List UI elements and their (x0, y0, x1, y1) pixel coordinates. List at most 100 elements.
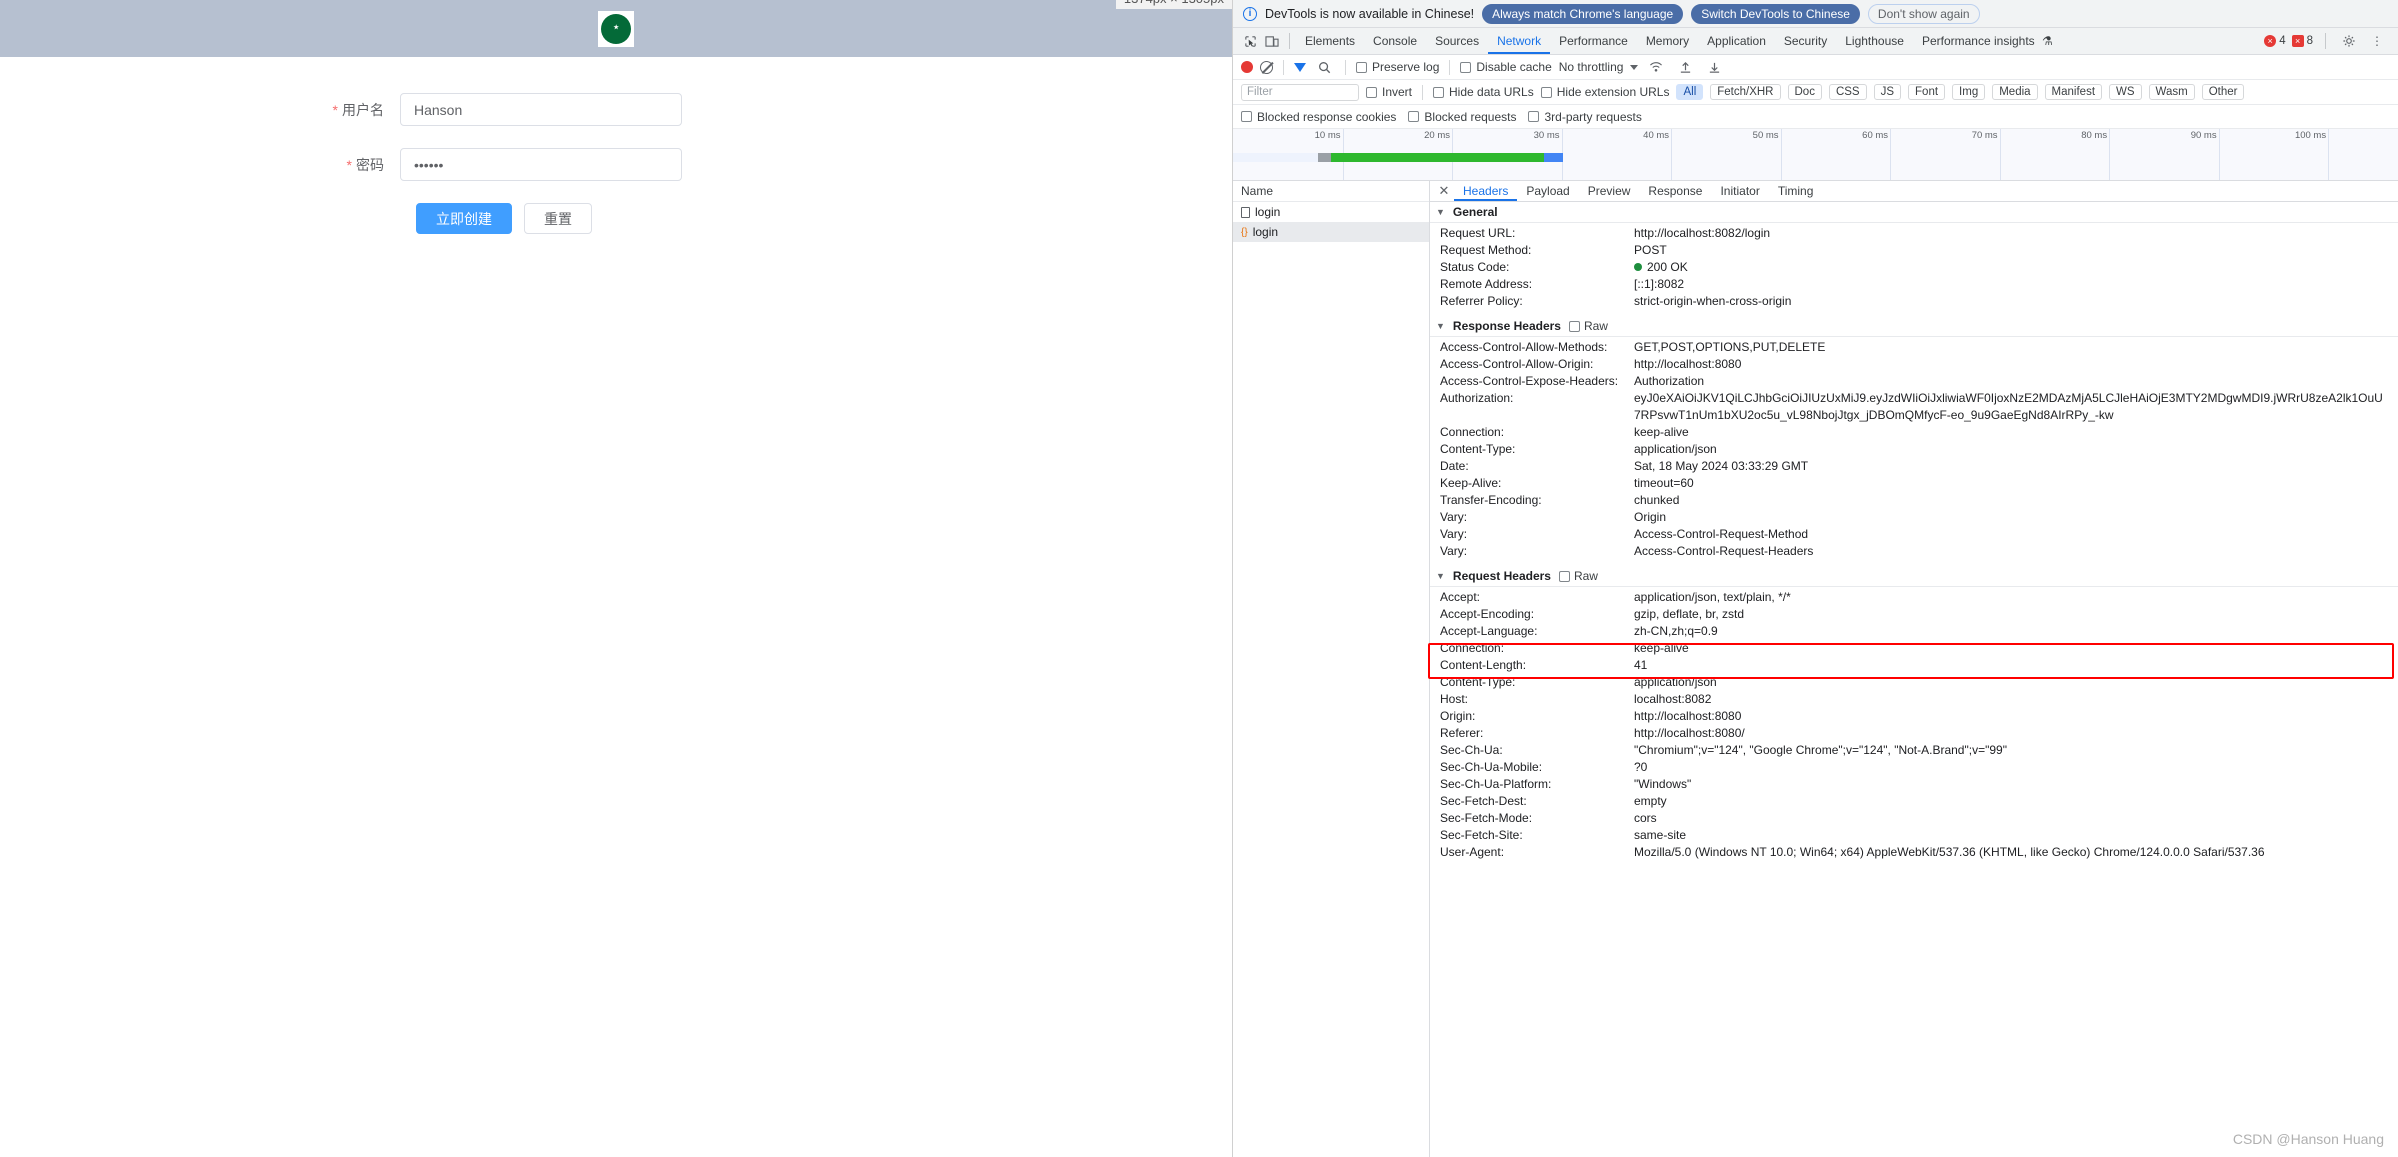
search-icon[interactable] (1313, 56, 1335, 78)
disable-cache-checkbox[interactable]: Disable cache (1460, 60, 1552, 74)
type-filter-fetch-xhr[interactable]: Fetch/XHR (1710, 84, 1781, 100)
section-general-header[interactable]: ▼ General (1430, 202, 2398, 223)
header-key: Sec-Fetch-Site: (1440, 828, 1523, 842)
error-count-badge[interactable]: × 4 (2264, 35, 2286, 47)
devtools-language-notice: i DevTools is now available in Chinese! … (1233, 0, 2398, 28)
request-row-1[interactable]: login (1233, 202, 1429, 222)
invert-label: Invert (1382, 85, 1413, 99)
type-filter-css[interactable]: CSS (1828, 84, 1867, 100)
notice-text: DevTools is now available in Chinese! (1265, 6, 1475, 21)
checkbox-box (1408, 111, 1420, 122)
close-icon[interactable]: ✕ (1434, 183, 1454, 199)
header-key: Keep-Alive: (1440, 476, 1502, 490)
tab-sources[interactable]: Sources (1426, 28, 1488, 54)
invert-checkbox[interactable]: Invert (1366, 85, 1412, 99)
header-key: Accept-Encoding: (1440, 607, 1535, 621)
tab-performance[interactable]: Performance (1550, 28, 1637, 54)
checkbox-box (1366, 86, 1377, 98)
blocked-requests-checkbox[interactable]: Blocked requests (1408, 110, 1516, 124)
hide-extension-urls-checkbox[interactable]: Hide extension URLs (1540, 85, 1669, 99)
toolbar-divider (1345, 59, 1346, 75)
flask-icon: ⚗ (2042, 34, 2053, 48)
type-filter-other[interactable]: Other (2201, 84, 2245, 100)
blocked-response-cookies-checkbox[interactable]: Blocked response cookies (1241, 110, 1396, 124)
blocked-response-cookies-label: Blocked response cookies (1257, 109, 1397, 124)
header-value: keep-alive (1634, 425, 1689, 439)
network-conditions-icon[interactable] (1645, 56, 1667, 78)
detail-tab-initiator[interactable]: Initiator (1711, 181, 1768, 201)
switch-devtools-language-button[interactable]: Switch DevTools to Chinese (1691, 3, 1860, 24)
throttling-select[interactable]: No throttling (1559, 60, 1624, 74)
header-key: Access-Control-Allow-Origin: (1440, 357, 1594, 371)
type-filter-wasm[interactable]: Wasm (2148, 84, 2195, 100)
username-input[interactable] (400, 93, 682, 126)
import-har-icon[interactable] (1674, 56, 1696, 78)
device-toolbar-icon[interactable] (1261, 30, 1283, 52)
detail-tab-preview[interactable]: Preview (1579, 181, 1640, 201)
detail-tab-headers[interactable]: Headers (1454, 181, 1517, 201)
type-filter-all[interactable]: All (1676, 84, 1704, 100)
detail-tab-payload[interactable]: Payload (1517, 181, 1578, 201)
type-filter-doc[interactable]: Doc (1787, 84, 1822, 100)
authorization-token-value: eyJ0eXAiOiJKV1QiLCJhbGciOiJIUzUxMiJ9.eyJ… (1634, 391, 2383, 422)
gear-icon[interactable] (2338, 30, 2360, 52)
type-filter-media[interactable]: Media (1992, 84, 2038, 100)
response-raw-toggle[interactable]: Raw (1568, 319, 1608, 333)
section-request-headers-header[interactable]: ▼ Request Headers Raw (1430, 566, 2398, 587)
detail-tab-timing[interactable]: Timing (1769, 181, 1823, 201)
tab-application[interactable]: Application (1698, 28, 1775, 54)
request-row-2[interactable]: {} login (1233, 222, 1429, 242)
tab-elements[interactable]: Elements (1296, 28, 1364, 54)
section-response-headers-header[interactable]: ▼ Response Headers Raw (1430, 316, 2398, 337)
tab-security[interactable]: Security (1775, 28, 1836, 54)
tab-network[interactable]: Network (1488, 28, 1550, 54)
checkbox-box (1433, 86, 1445, 98)
detail-tab-response[interactable]: Response (1639, 181, 1711, 201)
header-value: ?0 (1634, 760, 1648, 774)
reset-button[interactable]: 重置 (524, 203, 592, 234)
chevron-down-icon[interactable] (1630, 64, 1639, 70)
toolbar-divider (1283, 59, 1284, 75)
tab-performance-insights[interactable]: Performance insights ⚗ (1913, 28, 2062, 54)
create-button[interactable]: 立即创建 (416, 203, 512, 234)
tab-console[interactable]: Console (1364, 28, 1426, 54)
dont-show-again-button[interactable]: Don't show again (1867, 3, 1980, 24)
type-filter-font[interactable]: Font (1908, 84, 1946, 100)
toolbar-divider (1449, 59, 1451, 75)
checkbox-box (1460, 61, 1472, 73)
inspect-element-icon[interactable] (1239, 30, 1261, 52)
checkbox-box (1568, 320, 1580, 332)
checkbox-box (1356, 61, 1367, 73)
tab-memory[interactable]: Memory (1637, 28, 1698, 54)
type-filter-ws[interactable]: WS (2109, 84, 2142, 100)
type-filter-manifest[interactable]: Manifest (2044, 84, 2103, 100)
type-filter-img[interactable]: Img (1952, 84, 1986, 100)
header-key: Connection: (1440, 425, 1505, 439)
more-options-icon[interactable]: ⋮ (2366, 30, 2388, 52)
header-value: http://localhost:8080/ (1634, 726, 1745, 740)
warning-count-badge[interactable]: × 8 (2291, 35, 2313, 47)
tab-lighthouse[interactable]: Lighthouse (1836, 28, 1913, 54)
section-response-headers-title: Response Headers (1452, 319, 1561, 333)
header-row: Access-Control-Allow-Methods: GET,POST,OP… (1430, 339, 2398, 356)
third-party-requests-label: 3rd-party requests (1544, 109, 1642, 124)
password-input[interactable] (400, 148, 682, 181)
third-party-requests-checkbox[interactable]: 3rd-party requests (1528, 109, 1642, 124)
export-har-icon[interactable] (1703, 56, 1725, 78)
header-row: Content-Type: application/json (1430, 674, 2398, 691)
overview-bar-download (1544, 153, 1563, 162)
type-filter-js[interactable]: JS (1873, 84, 1902, 100)
message-icon: × (2291, 35, 2304, 47)
header-key: Request Method: (1440, 243, 1532, 257)
header-key: Access-Control-Allow-Methods: (1440, 340, 1608, 354)
always-match-language-button[interactable]: Always match Chrome's language (1482, 3, 1684, 24)
hide-data-urls-checkbox[interactable]: Hide data URLs (1433, 85, 1534, 99)
filter-input[interactable] (1241, 83, 1359, 101)
filter-icon[interactable] (1294, 62, 1306, 72)
clear-icon[interactable] (1260, 60, 1273, 74)
caret-down-icon: ▼ (1436, 571, 1445, 581)
network-overview-timeline[interactable]: 10 ms 20 ms 30 ms 40 ms 50 ms 60 ms 70 m… (1233, 129, 2398, 181)
record-button[interactable] (1241, 61, 1253, 73)
request-raw-toggle[interactable]: Raw (1558, 569, 1598, 583)
preserve-log-checkbox[interactable]: Preserve log (1356, 60, 1439, 74)
